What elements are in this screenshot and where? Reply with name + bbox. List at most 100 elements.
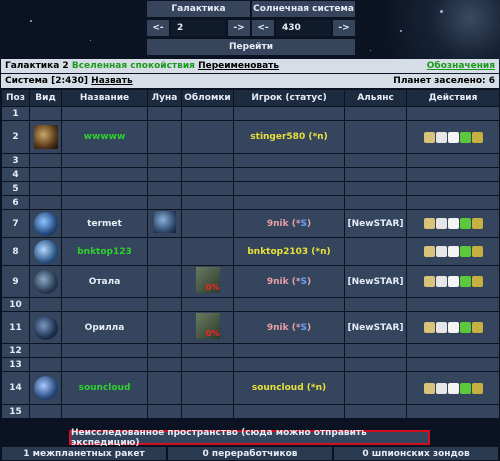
stats-icon[interactable] <box>471 322 483 333</box>
planet-name[interactable]: Отала <box>61 265 148 298</box>
player-name[interactable]: souncloud <box>252 383 304 393</box>
stats-icon[interactable] <box>471 131 483 143</box>
message-icon[interactable] <box>447 131 459 143</box>
espionage-icon[interactable] <box>423 322 435 333</box>
notations-link[interactable]: Обозначения <box>427 61 495 71</box>
header-player: Игрок (статус) <box>233 89 345 107</box>
universe-name: Вселенная спокойствия <box>71 61 195 71</box>
system-input[interactable]: 430 <box>275 19 332 37</box>
table-row: 8 bnktop123 bnktop2103 (*n) <box>1 237 500 266</box>
alliance-tag[interactable]: [NewSTAR] <box>344 265 407 298</box>
planet-image[interactable] <box>33 315 58 340</box>
message-icon[interactable] <box>447 276 459 287</box>
rename-link[interactable]: Переименовать <box>198 61 279 71</box>
row-pos: 15 <box>1 404 30 419</box>
planet-name[interactable]: wwwww <box>61 120 148 154</box>
espionage-icon[interactable] <box>423 131 435 143</box>
system-next-button[interactable]: -> <box>332 19 356 37</box>
debris-percent: 0% <box>205 283 220 292</box>
row-pos: 6 <box>1 195 30 210</box>
message-icon[interactable] <box>447 218 459 229</box>
debris-percent: 0% <box>205 329 220 338</box>
planet-name[interactable]: souncloud <box>61 371 148 405</box>
player-name[interactable]: bnktop2103 <box>247 247 308 257</box>
buddy-icon[interactable] <box>459 276 471 287</box>
player-status-open: (* <box>291 276 301 287</box>
expedition-link[interactable]: Неисследованное пространство (сюда можно… <box>69 428 430 448</box>
stats-icon[interactable] <box>471 218 483 229</box>
espionage-icon[interactable] <box>423 246 435 257</box>
player-status: (*n) <box>306 383 327 393</box>
espionage-icon[interactable] <box>423 218 435 229</box>
planet-image[interactable] <box>33 125 58 149</box>
stats-icon[interactable] <box>471 246 483 257</box>
recyclers-count: 0 переработчиков <box>167 446 333 461</box>
galaxy-navigation: Галактика Солнечная система <- 2 -> <- 4… <box>146 0 356 57</box>
go-button[interactable]: Перейти <box>146 38 356 56</box>
message-icon[interactable] <box>447 322 459 333</box>
buddy-icon[interactable] <box>459 131 471 143</box>
player-name[interactable]: 9nik <box>267 277 289 287</box>
planet-name[interactable]: termet <box>61 209 148 238</box>
buddy-icon[interactable] <box>459 322 471 333</box>
table-row: 2 wwwww stinger580 (*n) <box>1 120 500 154</box>
probes-count: 0 шпионских зондов <box>333 446 499 461</box>
message-icon[interactable] <box>447 246 459 257</box>
row-pos: 3 <box>1 153 30 168</box>
table-row: 5 <box>1 181 500 196</box>
debris-image[interactable]: 0% <box>195 267 220 293</box>
footer-bar: 1 межпланетных ракет 0 переработчиков 0 … <box>1 446 499 461</box>
debris-image[interactable]: 0% <box>195 313 220 339</box>
player-name[interactable]: 9nik <box>267 219 289 229</box>
player-info-icon[interactable] <box>435 322 447 333</box>
buddy-icon[interactable] <box>459 246 471 257</box>
row-pos: 5 <box>1 181 30 196</box>
player-info-icon[interactable] <box>435 382 447 394</box>
alliance-tag[interactable]: [NewSTAR] <box>344 209 407 238</box>
row-pos: 7 <box>1 209 30 238</box>
row-pos: 13 <box>1 357 30 372</box>
stats-icon[interactable] <box>471 276 483 287</box>
system-label: Солнечная система <box>251 0 356 18</box>
planet-name[interactable]: Орилла <box>61 311 148 344</box>
player-name[interactable]: stinger580 <box>250 132 305 142</box>
moon-image[interactable] <box>153 211 176 233</box>
galaxy-table: Поз Вид Название Луна Обломки Игрок (ста… <box>1 89 500 419</box>
actions-group <box>407 246 499 257</box>
player-name[interactable]: 9nik <box>267 323 289 333</box>
header-name: Название <box>61 89 148 107</box>
planet-name[interactable]: bnktop123 <box>61 237 148 266</box>
system-coords: Система [2:430] <box>5 76 89 86</box>
galaxy-next-button[interactable]: -> <box>227 19 251 37</box>
espionage-icon[interactable] <box>423 382 435 394</box>
header-actions: Действия <box>406 89 500 107</box>
alliance-tag[interactable]: [NewSTAR] <box>344 311 407 344</box>
planet-image[interactable] <box>33 269 58 294</box>
name-link[interactable]: Назвать <box>91 76 133 86</box>
table-row: 15 <box>1 404 500 419</box>
player-status-open: (* <box>291 322 301 333</box>
system-prev-button[interactable]: <- <box>251 19 275 37</box>
message-icon[interactable] <box>447 382 459 394</box>
table-row: 11 Орилла 0% 9nik (*S) [NewSTAR] <box>1 311 500 344</box>
espionage-icon[interactable] <box>423 276 435 287</box>
row-pos: 14 <box>1 371 30 405</box>
galaxy-prev-button[interactable]: <- <box>146 19 170 37</box>
player-info-icon[interactable] <box>435 246 447 257</box>
player-info-icon[interactable] <box>435 276 447 287</box>
player-info-icon[interactable] <box>435 131 447 143</box>
star <box>90 40 91 41</box>
buddy-icon[interactable] <box>459 382 471 394</box>
missiles-count: 1 межпланетных ракет <box>1 446 167 461</box>
planet-image[interactable] <box>33 211 58 236</box>
actions-group <box>407 276 499 287</box>
planet-image[interactable] <box>33 239 58 264</box>
player-info-icon[interactable] <box>435 218 447 229</box>
star <box>370 50 371 51</box>
planet-image[interactable] <box>33 376 58 400</box>
buddy-icon[interactable] <box>459 218 471 229</box>
galaxy-input[interactable]: 2 <box>170 19 227 37</box>
row-pos: 2 <box>1 120 30 154</box>
stats-icon[interactable] <box>471 382 483 394</box>
header-debris: Обломки <box>181 89 234 107</box>
